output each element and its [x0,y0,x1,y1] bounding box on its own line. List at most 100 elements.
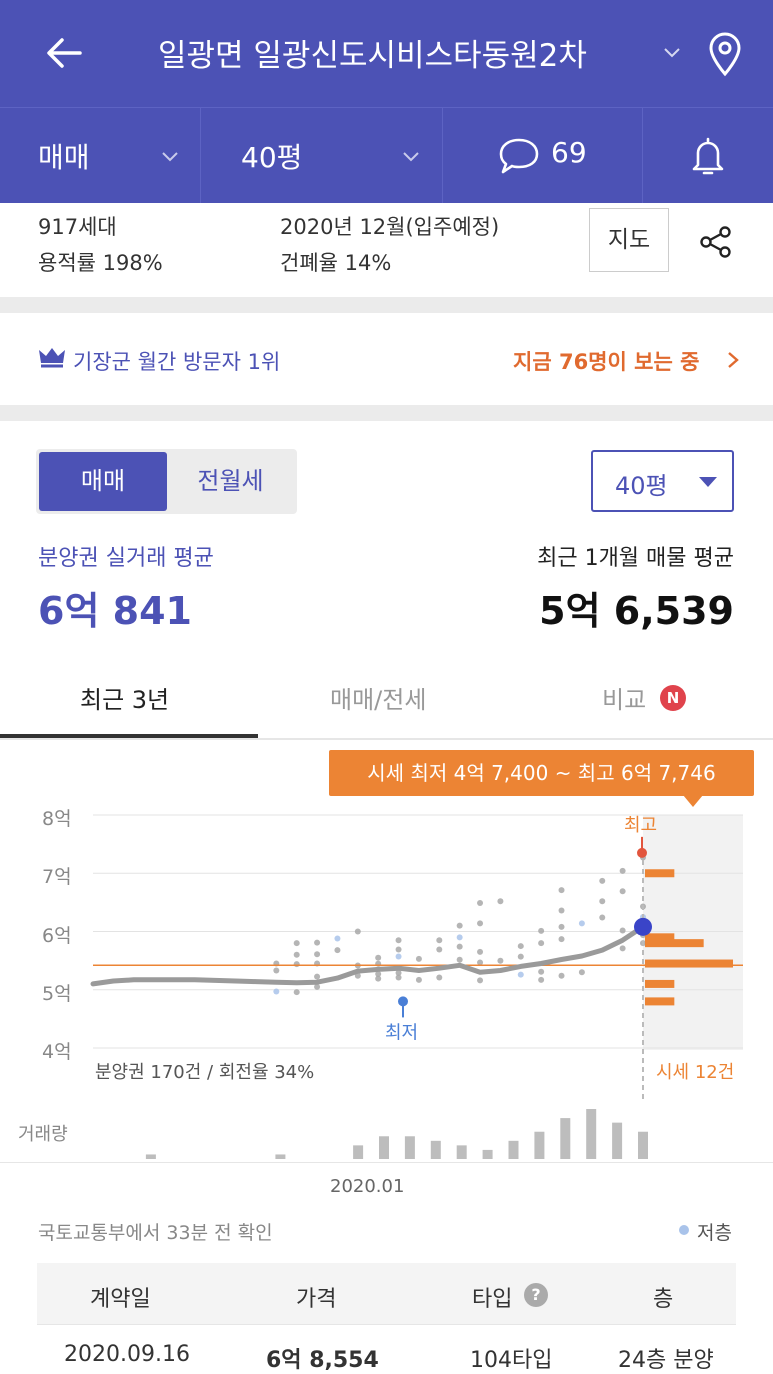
volume-bar [586,1109,597,1159]
volume-bar [379,1136,389,1159]
alert-button[interactable] [643,108,773,204]
transaction-dot [415,976,422,983]
transaction-dot [273,967,280,974]
segment-sale[interactable]: 매매 [39,452,167,511]
volume-bar [145,1154,156,1159]
chart-tabs: 최근 3년 매매/전세 비교 [0,662,773,740]
price-chart: 최고최저 거래량 분양권 170건 / 회전율 34% 시세 12건 [18,814,743,1159]
transaction-dot [375,975,382,982]
row-type: 104타입 [470,1348,553,1373]
row-date: 2020.09.16 [64,1342,190,1367]
volume-bar [534,1131,545,1159]
active-tab-indicator [0,734,258,738]
section-divider [0,405,773,421]
transaction-dot [558,972,565,979]
y-tick-7: 7억 [42,866,72,888]
transaction-dot [436,937,443,944]
transaction-dot [273,988,280,995]
legend-low-floor: 저층 [697,1222,732,1244]
coverage-ratio: 건폐율 14% [280,251,392,275]
volume-bar [456,1145,467,1159]
section-divider [0,297,773,313]
transaction-dot [293,951,300,958]
transaction-dot [395,953,402,960]
transaction-dot [558,887,565,894]
transaction-dot [314,951,321,958]
listing-bar [645,869,675,878]
transaction-dot [538,968,545,975]
volume-bar [275,1154,286,1159]
col-floor: 층 [653,1287,674,1312]
chevron-right-icon[interactable] [726,350,740,370]
transaction-dot [517,943,524,950]
listing-bar [645,979,675,988]
col-price: 가격 [296,1287,337,1312]
segment-rent[interactable]: 전월세 [167,452,294,511]
transaction-dot [558,923,565,930]
transaction-dot [497,957,504,964]
size-dropdown[interactable]: 40평 [201,108,443,204]
size-select-value: 40평 [615,472,668,500]
y-tick-6: 6억 [42,925,72,947]
map-button[interactable]: 지도 [589,208,669,272]
visitor-rank: 기장군 월간 방문자 1위 [73,350,281,374]
transaction-dot [477,948,484,955]
comments-button[interactable]: 69 [443,108,643,204]
trade-type-value: 매매 [38,141,90,174]
tab-recent-3-years[interactable]: 최근 3년 [80,680,169,715]
transaction-dot [619,867,626,874]
triangle-down-icon [699,477,717,487]
transaction-dot [354,928,361,935]
page-title[interactable]: 일광면 일광신도시비스타동원2차 [158,30,587,75]
transaction-dot [436,946,443,953]
transaction-dot [456,956,463,963]
col-type: 타입 [472,1287,513,1312]
transaction-dot [599,898,606,905]
listing-average-value: 5억 6,539 [539,589,734,633]
chevron-down-icon [403,152,419,162]
help-icon[interactable]: ? [524,1283,548,1307]
price-range-callout: 시세 최저 4억 7,400 ~ 최고 6억 7,746 [329,750,754,796]
volume-bar [430,1140,441,1159]
chevron-down-icon[interactable] [662,42,682,62]
volume-bar [612,1122,623,1159]
transaction-dot [477,899,484,906]
trade-segment-control: 매매 전월세 [36,449,297,514]
transaction-dot [293,961,300,968]
transaction-dot [558,936,565,943]
tab-trade-rent[interactable]: 매매/전세 [330,680,426,715]
listing-bar [645,939,704,948]
transaction-dot [456,922,463,929]
transaction-dot [599,914,606,921]
transaction-dot [497,898,504,905]
transaction-dot [334,935,341,942]
back-arrow-icon[interactable] [40,28,90,78]
chevron-down-icon [162,152,178,162]
transaction-dot [538,976,545,983]
transaction-dot [477,920,484,927]
trade-type-dropdown[interactable]: 매매 [0,108,201,204]
live-viewers[interactable]: 지금 76명이 보는 중 [513,346,699,376]
volume-bar [353,1145,364,1159]
share-icon[interactable] [698,224,734,260]
listing-bar [645,997,675,1006]
transaction-dot [314,973,321,980]
listing-bar [645,959,733,968]
transaction-dot [415,955,422,962]
location-pin-icon[interactable] [706,30,744,78]
size-select[interactable]: 40평 [591,450,734,512]
volume-bar [404,1136,415,1159]
tab-compare[interactable]: 비교 [602,680,646,715]
current-price-marker [634,917,652,936]
volume-bar [482,1149,493,1159]
transaction-dot [578,969,585,976]
transaction-dot [314,939,321,946]
high-price-label: 최고 [624,815,657,836]
volume-bar [560,1118,571,1159]
filter-bar: 매매 40평 69 [0,107,773,204]
comments-count: 69 [551,136,587,169]
crown-icon [39,348,65,368]
transaction-dot [334,947,341,954]
volume-bar [508,1140,519,1159]
transaction-dot [395,974,402,981]
